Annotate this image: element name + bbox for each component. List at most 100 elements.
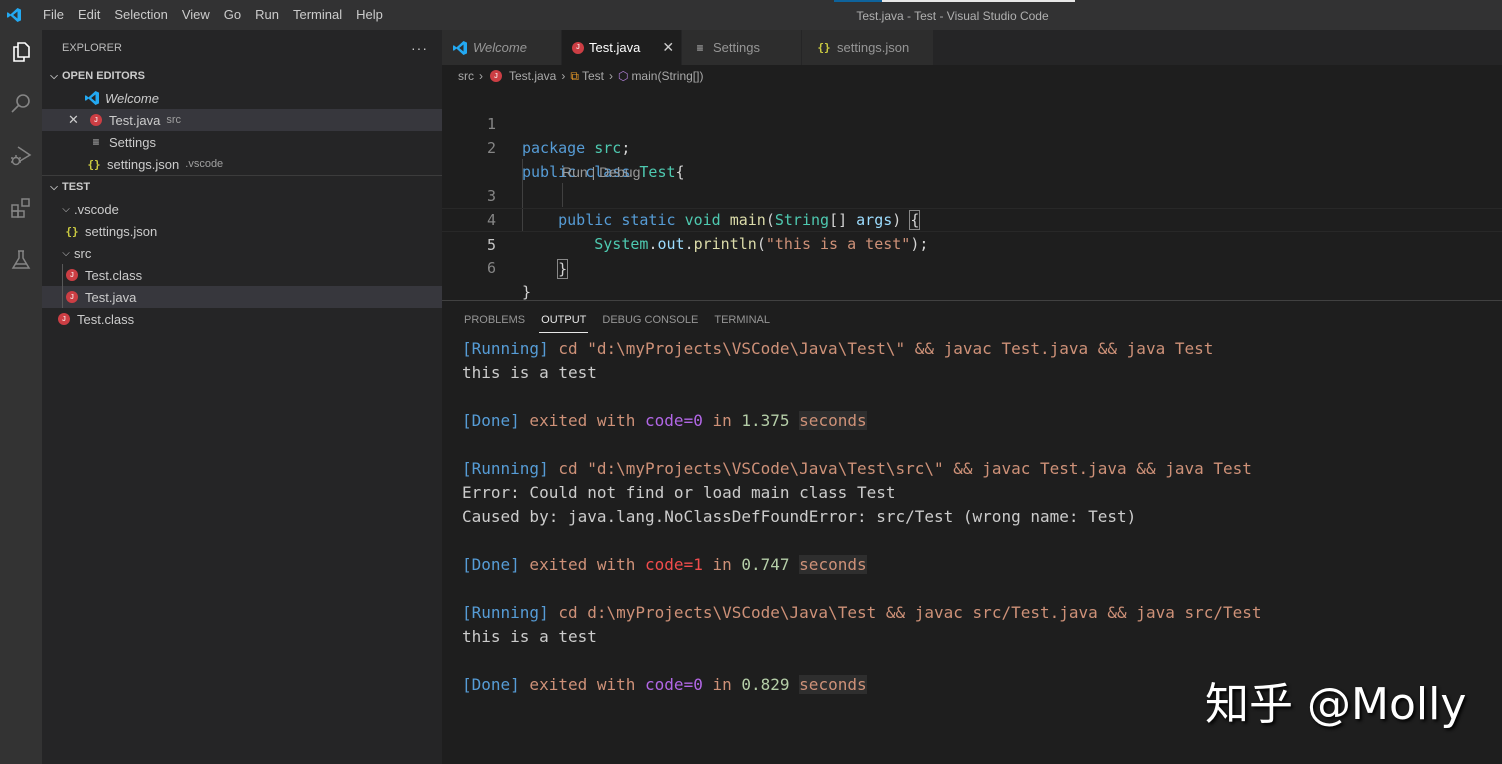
tree-item-label: Test.java [85,289,137,305]
menu-help[interactable]: Help [349,0,390,30]
output-line: Caused by: java.lang.NoClassDefFoundErro… [462,507,1137,526]
vscode-logo-icon [2,0,26,30]
watermark: 知乎 @Molly [1205,679,1467,730]
search-icon[interactable] [5,88,37,120]
exited-text: exited with [519,555,646,574]
menu-terminal[interactable]: Terminal [286,0,349,30]
open-editors-title: OPEN EDITORS [62,70,145,82]
open-editor-label: settings.json [107,156,180,172]
tree-file-test-class[interactable]: J Test.class [42,264,442,286]
breadcrumb-class[interactable]: ⧉ Test [570,69,604,84]
code-line: 4 System.out.println("this is a test"); [442,184,1502,253]
code-line: 3 public static void main(String[] args)… [442,160,1502,230]
java-icon: J [56,311,72,327]
code-line: 1 package src; [442,88,1502,157]
tree-item-label: src [74,245,92,261]
tree-file-test-java[interactable]: J Test.java [42,286,442,308]
tab-settings-json[interactable]: {} settings.json [802,30,934,65]
open-editor-label: Welcome [105,90,159,106]
open-editor-label: Test.java [109,112,161,128]
chevron-right-icon: › [479,69,483,83]
open-editor-welcome[interactable]: Welcome [42,87,442,109]
run-command: cd "d:\myProjects\VSCode\Java\Test\" && … [548,339,1214,358]
tab-settings[interactable]: ≡ Settings [682,30,802,65]
code-editor[interactable]: 1 package src; 2 public class Test{ Run … [442,87,1502,301]
breadcrumb-method[interactable]: ⬡ main(String[]) [618,69,704,83]
json-icon: {} [817,41,831,54]
breadcrumb-method-label: main(String[]) [631,69,704,83]
json-icon: {} [87,157,101,171]
running-tag: [Running] [462,603,549,622]
class-icon: ⧉ [570,68,579,83]
indent-guide [62,264,63,286]
output-blank [462,577,1262,601]
editor-tabs: Welcome J Test.java ✕ ≡ Settings {} sett… [442,30,1502,65]
tab-test-java[interactable]: J Test.java ✕ [562,30,682,65]
menu-file[interactable]: File [36,0,71,30]
breadcrumb: src › J Test.java › ⧉ Test › ⬡ main(Stri… [442,65,1502,87]
close-icon[interactable]: ✕ [68,112,84,128]
done-tag: [Done] [462,411,520,430]
tree-file-test-class-root[interactable]: J Test.class [42,308,442,330]
extensions-icon[interactable] [5,192,37,224]
open-editor-label: Settings [109,134,156,150]
indent-guide [62,286,63,308]
close-icon[interactable]: ✕ [662,39,674,56]
explorer-icon[interactable] [5,36,37,68]
tab-debug-console[interactable]: DEBUG CONSOLE [602,301,698,336]
tab-label: settings.json [837,40,910,55]
settings-icon: ≡ [696,40,704,55]
workspace-header[interactable]: ⌵ TEST [42,176,442,198]
tab-problems[interactable]: PROBLEMS [464,301,525,336]
breadcrumb-class-label: Test [581,69,604,83]
tab-welcome[interactable]: Welcome [442,30,562,65]
chevron-down-icon: ⌵ [62,203,70,215]
open-editor-description: src [166,114,181,126]
elapsed-time: 0.747 [741,555,790,574]
tree-item-label: .vscode [74,201,119,217]
running-tag: [Running] [462,459,549,478]
exited-text: exited with [519,411,646,430]
open-editors-header[interactable]: ⌵ OPEN EDITORS [42,65,442,87]
menu-view[interactable]: View [175,0,217,30]
run-debug-icon[interactable] [5,140,37,172]
tree-folder-src[interactable]: ⌵ src [42,242,442,264]
open-editor-settings-json[interactable]: {} settings.json .vscode [42,153,442,175]
exited-text: exited with [519,675,646,694]
tab-terminal[interactable]: TERMINAL [714,301,770,336]
output-line: this is a test [462,363,597,382]
menu-selection[interactable]: Selection [107,0,174,30]
tree-folder-vscode[interactable]: ⌵ .vscode [42,198,442,220]
output-blank [462,529,1262,553]
chevron-right-icon: › [561,69,566,83]
java-icon: J [64,289,80,305]
vscode-icon [84,90,100,106]
tree-item-label: Test.class [77,311,135,327]
done-tag: [Done] [462,555,520,574]
elapsed-time: 0.829 [741,675,790,694]
java-icon: J [64,267,80,283]
activity-bar [0,30,42,764]
output-running-line: [Running] cd d:\myProjects\VSCode\Java\T… [462,601,1262,625]
tab-output[interactable]: OUTPUT [539,301,589,336]
seconds-text: seconds [799,675,867,694]
tab-label: Test.java [589,40,641,55]
output-running-line: [Running] cd "d:\myProjects\VSCode\Java\… [462,337,1262,361]
breadcrumb-src[interactable]: src [458,69,474,83]
testing-icon[interactable] [5,244,37,276]
explorer-header: EXPLORER ··· [42,30,442,65]
java-icon: J [488,68,504,84]
tree-file-settings-json[interactable]: {} settings.json [42,220,442,242]
explorer-title: EXPLORER [62,41,122,54]
seconds-text: seconds [799,555,867,574]
open-editor-settings[interactable]: ≡ Settings [42,131,442,153]
menu-go[interactable]: Go [217,0,248,30]
more-actions-button[interactable]: ··· [411,40,428,56]
exit-code: code=0 [645,675,703,694]
breadcrumb-file[interactable]: J Test.java [488,68,556,84]
menu-run[interactable]: Run [248,0,286,30]
open-editor-test-java[interactable]: ✕ J Test.java src [42,109,442,131]
output-log[interactable]: [Running] cd "d:\myProjects\VSCode\Java\… [462,337,1262,697]
menu-edit[interactable]: Edit [71,0,107,30]
vscode-icon [452,40,468,56]
